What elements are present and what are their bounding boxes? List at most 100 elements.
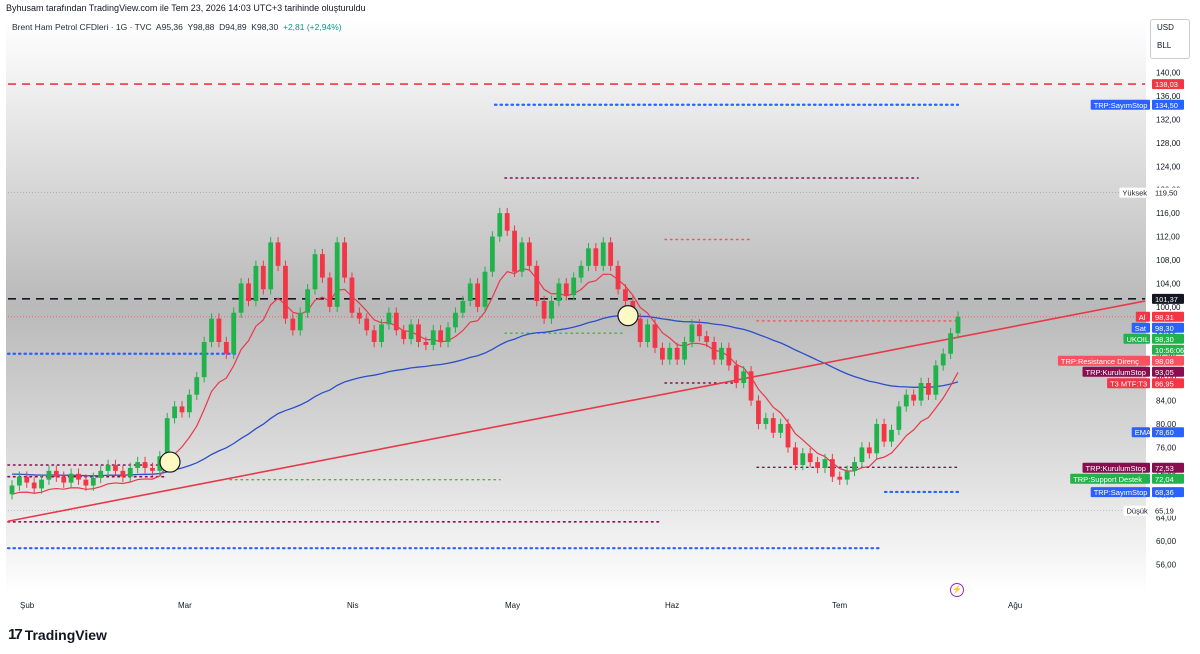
price-label-tag: 93,05 TRP:KurulumStop bbox=[1082, 366, 1184, 377]
brand-name: TradingView bbox=[24, 626, 107, 643]
candle-body bbox=[793, 447, 798, 465]
candle-body bbox=[342, 242, 347, 278]
price-label-value: 72,04 bbox=[1155, 475, 1174, 484]
candle-body bbox=[209, 318, 214, 342]
candle-body bbox=[83, 479, 89, 486]
candle-body bbox=[68, 473, 74, 483]
candle-body bbox=[445, 327, 451, 342]
price-label-value: 101,37 bbox=[1155, 295, 1178, 304]
candle-body bbox=[807, 453, 813, 463]
price-label-name: TRP:SayımStop bbox=[1094, 488, 1148, 497]
y-tick-label: 116,00 bbox=[1156, 209, 1180, 218]
candle-body bbox=[283, 265, 288, 319]
price-label-value: 119,50 bbox=[1155, 189, 1177, 198]
candle-body bbox=[98, 470, 104, 478]
price-label-value: 134,50 bbox=[1155, 101, 1178, 110]
price-label-tag: 86,95 T3 MTF:T3 bbox=[1107, 378, 1184, 389]
candle-body bbox=[600, 242, 606, 266]
candle-body bbox=[186, 394, 192, 413]
candle-body bbox=[305, 289, 311, 313]
candle-body bbox=[748, 371, 754, 401]
lightning-icon[interactable]: ⚡ bbox=[950, 583, 964, 597]
candle-body bbox=[179, 406, 185, 413]
x-tick-label: Mar bbox=[178, 601, 192, 610]
price-label-tag: 78,60 EMA bbox=[1131, 427, 1184, 438]
candle-body bbox=[489, 236, 495, 272]
candle-body bbox=[150, 467, 155, 471]
price-label-tag: 101,37 bbox=[1152, 293, 1184, 304]
candle-body bbox=[874, 424, 880, 454]
candle-body bbox=[416, 324, 421, 342]
price-label-tag: 72,53 TRP:KurulumStop bbox=[1082, 462, 1184, 473]
candle-body bbox=[881, 424, 887, 442]
price-label-value: 72,53 bbox=[1155, 464, 1174, 473]
candle-body bbox=[334, 242, 340, 307]
price-label-name: Düşük bbox=[1127, 507, 1149, 516]
candle-body bbox=[541, 301, 547, 319]
price-label-name: T3 MTF:T3 bbox=[1110, 379, 1147, 388]
candle-body bbox=[756, 400, 761, 424]
candle-body bbox=[113, 465, 118, 471]
candle-body bbox=[46, 470, 52, 480]
candle-body bbox=[238, 283, 244, 313]
gap-marker-icon bbox=[159, 451, 181, 473]
candle-body bbox=[526, 242, 532, 266]
candle-body bbox=[689, 324, 695, 342]
candle-body bbox=[31, 482, 37, 489]
trend-line bbox=[7, 300, 1146, 523]
candle-body bbox=[504, 213, 510, 231]
candle-body bbox=[726, 347, 732, 366]
price-chart: 56,0060,0064,0068,0072,0076,0080,0084,00… bbox=[6, 69, 1184, 610]
gap-marker-icon bbox=[617, 305, 639, 327]
candle-body bbox=[475, 283, 481, 307]
candle-body bbox=[733, 365, 739, 383]
price-label-tag: 98,31 Al bbox=[1135, 311, 1184, 322]
candle-body bbox=[571, 277, 577, 296]
candle-body bbox=[770, 418, 776, 433]
candle-body bbox=[822, 459, 828, 468]
candle-body bbox=[852, 462, 857, 471]
price-label-value: 86,95 bbox=[1155, 379, 1174, 388]
brand-logo[interactable]: 17 TradingView bbox=[8, 626, 107, 643]
y-tick-label: 76,00 bbox=[1156, 443, 1177, 452]
candle-body bbox=[16, 476, 22, 486]
candle-body bbox=[778, 424, 784, 433]
candle-body bbox=[327, 277, 333, 307]
candle-body bbox=[460, 301, 466, 313]
candle-body bbox=[955, 316, 961, 334]
candle-body bbox=[290, 318, 296, 331]
y-tick-label: 100,00 bbox=[1156, 303, 1181, 312]
candle-body bbox=[948, 333, 954, 354]
y-tick-label: 60,00 bbox=[1156, 537, 1177, 546]
price-label-value: 98,30 bbox=[1155, 324, 1174, 333]
candle-body bbox=[785, 424, 791, 448]
candle-body bbox=[371, 330, 377, 342]
candle-body bbox=[24, 476, 30, 483]
price-label-value: 68,36 bbox=[1155, 488, 1174, 497]
x-tick-label: Tem bbox=[832, 601, 847, 610]
price-label-name: Sat bbox=[1135, 324, 1147, 333]
x-tick-label: Şub bbox=[20, 601, 35, 610]
x-tick-label: Nis bbox=[347, 601, 359, 610]
y-tick-label: 84,00 bbox=[1156, 397, 1177, 406]
candle-body bbox=[578, 265, 584, 278]
candle-body bbox=[815, 462, 820, 468]
price-label-value: 98,30 bbox=[1155, 335, 1174, 344]
candle-body bbox=[61, 476, 67, 483]
candle-body bbox=[312, 254, 318, 290]
candle-body bbox=[223, 342, 229, 354]
y-tick-label: 104,00 bbox=[1156, 279, 1181, 288]
price-label-value: 98,31 bbox=[1155, 313, 1174, 322]
candle-body bbox=[911, 394, 917, 401]
candle-body bbox=[39, 479, 44, 489]
candle-body bbox=[933, 365, 939, 395]
candle-body bbox=[645, 324, 650, 342]
x-tick-label: May bbox=[505, 601, 520, 610]
candle-body bbox=[534, 265, 540, 301]
candle-body bbox=[903, 394, 909, 407]
price-label-name: TRP:SayımStop bbox=[1094, 101, 1148, 110]
candle-body bbox=[719, 347, 724, 360]
candle-body bbox=[349, 277, 355, 313]
candle-body bbox=[194, 377, 200, 395]
y-tick-label: 112,00 bbox=[1156, 233, 1180, 242]
